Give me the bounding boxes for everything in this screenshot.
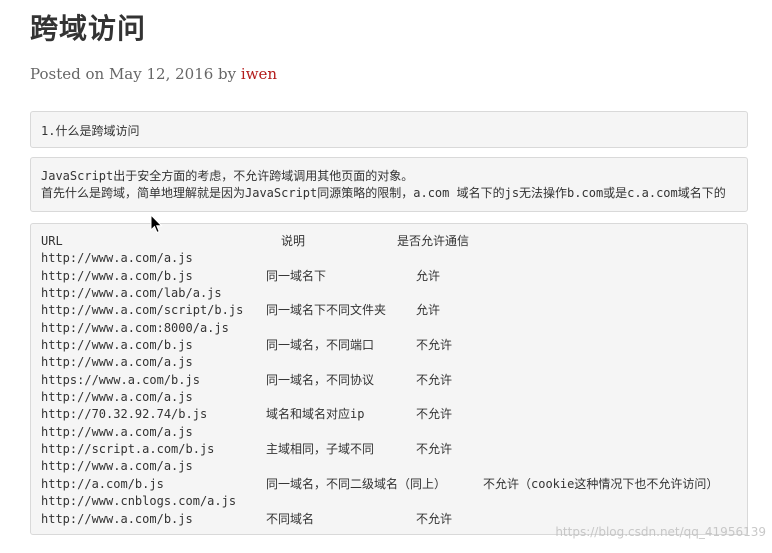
row-allow: 允许 <box>416 303 441 318</box>
table-row: http://www.a.com/a.js <box>41 424 737 441</box>
table-row: https://www.a.com/b.js 同一域名，不同协议 不允许 <box>41 372 737 389</box>
intro-code-block: JavaScript出于安全方面的考虑，不允许跨域调用其他页面的对象。 首先什么… <box>30 157 748 212</box>
row-url: http://70.32.92.74/b.js <box>41 407 208 422</box>
table-header-row: URL 说明 是否允许通信 <box>41 233 737 250</box>
row-desc: 不同域名 <box>266 511 315 526</box>
intro-line-2: 首先什么是跨域，简单地理解就是因为JavaScript同源策略的限制，a.com… <box>41 186 726 200</box>
post-meta: Posted on May 12, 2016 by iwen <box>30 64 277 84</box>
row-desc: 同一域名下 <box>266 268 327 283</box>
question-code-block: 1.什么是跨域访问 <box>30 111 748 148</box>
table-row: http://www.a.com/a.js <box>41 389 737 406</box>
row-allow: 不允许 <box>416 407 453 422</box>
row-allow: 不允许 <box>416 338 453 353</box>
row-desc: 主域相同，子域不同 <box>266 442 375 457</box>
row-desc: 同一域名，不同二级域名（同上） <box>266 476 447 491</box>
intro-line-1: JavaScript出于安全方面的考虑，不允许跨域调用其他页面的对象。 <box>41 169 414 183</box>
table-row: http://www.cnblogs.com/a.js <box>41 493 737 510</box>
row-desc: 同一域名下不同文件夹 <box>266 303 387 318</box>
table-row: http://www.a.com/script/b.js 同一域名下不同文件夹 允许 <box>41 302 737 319</box>
row-url: http://www.a.com/a.js <box>41 355 193 370</box>
table-row: http://www.a.com/a.js <box>41 250 737 267</box>
row-desc: 域名和域名对应ip <box>266 407 365 422</box>
row-url: http://www.a.com/b.js <box>41 338 193 353</box>
row-url: http://script.a.com/b.js <box>41 442 215 457</box>
row-url: http://www.a.com/a.js <box>41 251 193 266</box>
row-url: http://www.cnblogs.com/a.js <box>41 494 237 509</box>
row-allow: 不允许（cookie这种情况下也不允许访问） <box>483 476 719 491</box>
row-url: http://www.a.com:8000/a.js <box>41 320 229 335</box>
row-url: http://www.a.com/a.js <box>41 459 193 474</box>
row-desc: 同一域名，不同协议 <box>266 372 375 387</box>
row-url: http://www.a.com/lab/a.js <box>41 286 222 301</box>
header-desc: 说明 <box>281 234 306 248</box>
row-desc: 同一域名，不同端口 <box>266 338 375 353</box>
table-row: http://70.32.92.74/b.js 域名和域名对应ip 不允许 <box>41 406 737 423</box>
csdn-watermark: https://blog.csdn.net/qq_41956139 <box>555 525 766 539</box>
author-link[interactable]: iwen <box>241 65 277 83</box>
table-row: http://a.com/b.js 同一域名，不同二级域名（同上） 不允许（cook… <box>41 476 737 493</box>
same-origin-table-block: URL 说明 是否允许通信 http://www.a.com/a.js http:… <box>30 223 748 535</box>
row-url: http://www.a.com/script/b.js <box>41 303 244 318</box>
table-row: http://www.a.com:8000/a.js <box>41 320 737 337</box>
table-row: http://www.a.com/a.js <box>41 458 737 475</box>
row-allow: 不允许 <box>416 372 453 387</box>
post-title: 跨域访问 <box>30 12 147 45</box>
table-row: http://www.a.com/b.js 同一域名，不同端口 不允许 <box>41 337 737 354</box>
row-allow: 不允许 <box>416 442 453 457</box>
question-text: 1.什么是跨域访问 <box>41 124 140 138</box>
table-row: http://script.a.com/b.js 主域相同，子域不同 不允许 <box>41 441 737 458</box>
table-row: http://www.a.com/b.js 同一域名下 允许 <box>41 268 737 285</box>
row-allow: 不允许 <box>416 511 453 526</box>
row-url: http://www.a.com/b.js <box>41 511 193 526</box>
row-url: http://a.com/b.js <box>41 476 164 491</box>
posted-on-text: Posted on May 12, 2016 by <box>30 65 241 83</box>
table-row: http://www.a.com/a.js <box>41 354 737 371</box>
row-url: https://www.a.com/b.js <box>41 372 200 387</box>
header-url: URL <box>41 234 63 248</box>
row-url: http://www.a.com/b.js <box>41 268 193 283</box>
table-row: http://www.a.com/lab/a.js <box>41 285 737 302</box>
mouse-pointer-icon <box>150 214 163 234</box>
row-url: http://www.a.com/a.js <box>41 424 193 439</box>
header-allow: 是否允许通信 <box>397 234 470 248</box>
row-allow: 允许 <box>416 268 441 283</box>
row-url: http://www.a.com/a.js <box>41 390 193 405</box>
